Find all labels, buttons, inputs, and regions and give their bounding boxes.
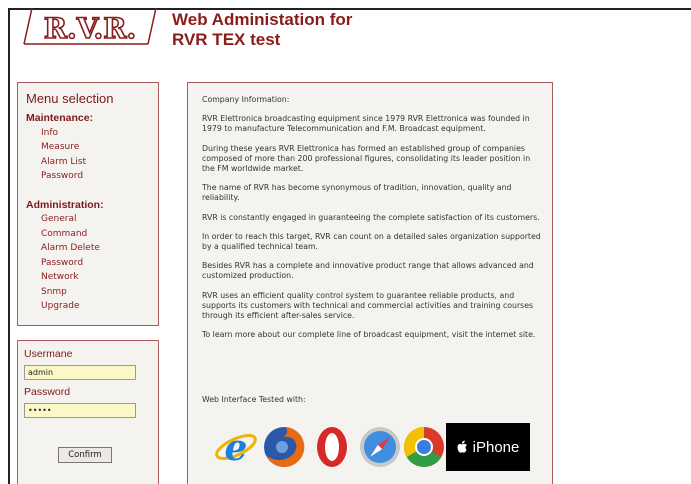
company-info-paragraph: RVR is constantly engaged in guaranteein… — [202, 212, 540, 222]
menu-item-info[interactable]: Info — [41, 128, 58, 138]
administration-heading: Administration: — [26, 199, 104, 211]
password-input[interactable] — [24, 403, 136, 418]
menu-item-admin-password[interactable]: Password — [41, 258, 83, 268]
svg-text:R.V.R.: R.V.R. — [44, 12, 137, 45]
page-frame-left — [8, 8, 10, 484]
menu-item-general[interactable]: General — [41, 214, 76, 224]
company-info-paragraph: The name of RVR has become synonymous of… — [202, 183, 512, 203]
company-info-paragraph: Besides RVR has a complete and innovativ… — [202, 261, 534, 281]
password-label: Password — [24, 386, 71, 398]
apple-icon — [457, 440, 467, 453]
company-info-paragraph: RVR Elettronica broadcasting equipment s… — [202, 114, 530, 134]
menu-item-command[interactable]: Command — [41, 229, 87, 239]
app-title-line1: Web Administation for — [172, 10, 353, 29]
menu-title: Menu selection — [26, 91, 114, 106]
opera-icon — [317, 427, 347, 467]
company-info-paragraph: RVR uses an efficient quality control sy… — [202, 290, 534, 321]
menu-panel: Menu selection Maintenance: Info Measure… — [17, 82, 159, 326]
content-panel: Company Information: RVR Elettronica bro… — [187, 82, 553, 484]
app-title: Web Administation for RVR TEX test — [172, 10, 352, 50]
maintenance-heading: Maintenance: — [26, 112, 94, 124]
firefox-icon — [264, 426, 305, 467]
svg-text:e: e — [225, 427, 248, 469]
app-title-line2: RVR TEX test — [172, 30, 281, 49]
company-info-paragraph: During these years RVR Elettronica has f… — [202, 143, 531, 174]
iphone-label: iPhone — [472, 438, 520, 456]
login-panel: Usermane Password Confirm — [17, 340, 159, 484]
company-info-paragraph: To learn more about our complete line of… — [202, 330, 536, 340]
safari-icon — [360, 427, 400, 467]
menu-item-network[interactable]: Network — [41, 272, 79, 282]
menu-item-alarm-list[interactable]: Alarm List — [41, 157, 86, 167]
iphone-badge: iPhone — [446, 423, 530, 471]
company-info-paragraph: In order to reach this target, RVR can c… — [202, 231, 541, 252]
internet-explorer-icon: e — [215, 427, 257, 469]
chrome-icon — [404, 427, 444, 467]
company-info-heading: Company Information: — [202, 95, 290, 104]
browser-logos: e iPhone — [214, 423, 530, 471]
tested-with-label: Web Interface Tested with: — [202, 395, 306, 404]
menu-item-upgrade[interactable]: Upgrade — [41, 301, 79, 311]
menu-item-maintenance-password[interactable]: Password — [41, 171, 83, 181]
username-input[interactable] — [24, 365, 136, 380]
menu-item-alarm-delete[interactable]: Alarm Delete — [41, 243, 100, 253]
rvr-logo: R.V.R. — [18, 7, 166, 46]
company-info: Company Information: RVR Elettronica bro… — [202, 95, 542, 349]
menu-item-measure[interactable]: Measure — [41, 142, 79, 152]
username-label: Usermane — [24, 348, 73, 360]
menu-item-snmp[interactable]: Snmp — [41, 287, 67, 297]
confirm-button[interactable]: Confirm — [58, 447, 112, 463]
